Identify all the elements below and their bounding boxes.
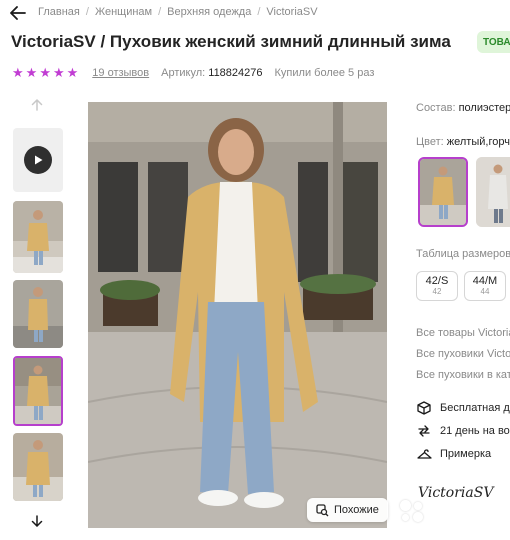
watermark: Avito <box>398 498 484 524</box>
reviews-link[interactable]: 19 отзывов <box>92 67 149 79</box>
back-arrow-icon[interactable] <box>8 3 28 23</box>
chevron-down-icon[interactable] <box>28 512 46 530</box>
article-number: Артикул: 118824276 <box>161 67 262 79</box>
similar-search-icon <box>316 503 329 516</box>
product-meta: ★ ★ ★ ★ ★ 19 отзывов Артикул: 118824276 … <box>12 66 374 79</box>
breadcrumb: Главная / Женщинам / Верхняя одежда / Vi… <box>38 6 318 18</box>
all-category-jackets-link[interactable]: Все пуховики в кат <box>416 369 510 381</box>
all-brand-jackets-link[interactable]: Все пуховики Victo <box>416 348 510 360</box>
thumbnail-photo[interactable] <box>13 201 63 273</box>
color: Цвет: желтый,горч <box>416 136 510 148</box>
breadcrumb-separator: / <box>158 6 162 18</box>
breadcrumb-item-outerwear[interactable]: Верхняя одежда <box>167 6 251 18</box>
size-option[interactable]: 44/M 44 <box>464 271 506 301</box>
similar-label: Похожие <box>334 504 379 516</box>
article-value: 118824276 <box>208 66 263 79</box>
composition-value: полиэстер <box>458 102 510 114</box>
feature-fitting: Примерка <box>416 446 491 462</box>
color-variant-light[interactable] <box>476 157 510 227</box>
rating-stars: ★ ★ ★ ★ ★ <box>12 66 78 79</box>
star-icon: ★ <box>52 65 65 80</box>
return-arrows-icon <box>416 423 432 439</box>
breadcrumb-item-women[interactable]: Женщинам <box>95 6 152 18</box>
thumbnail-photo-selected[interactable] <box>13 356 63 426</box>
composition: Состав: полиэстер <box>416 102 510 114</box>
size-sub: 42 <box>432 287 442 296</box>
top-bar: Главная / Женщинам / Верхняя одежда / Vi… <box>0 0 510 26</box>
feature-free-delivery: Бесплатная дос <box>416 400 510 416</box>
watermark-text: Avito <box>430 498 485 523</box>
box-icon <box>416 400 432 416</box>
color-value: желтый,горч <box>446 136 510 148</box>
star-icon: ★ <box>25 65 38 80</box>
feature-label: Бесплатная дос <box>440 402 510 414</box>
avito-dots-icon <box>398 498 426 524</box>
breadcrumb-separator: / <box>257 6 261 18</box>
star-icon: ★ <box>12 65 24 80</box>
color-variant-yellow[interactable] <box>418 157 468 227</box>
composition-label: Состав: <box>416 102 456 114</box>
color-label: Цвет: <box>416 136 444 148</box>
thumbnail-video[interactable] <box>13 128 63 192</box>
bought-count: Купили более 5 раз <box>274 66 375 79</box>
feature-return: 21 день на воз <box>416 423 510 439</box>
star-icon: ★ <box>66 65 79 80</box>
status-badge: ТОВА <box>477 31 510 53</box>
breadcrumb-item-brand[interactable]: VictoriaSV <box>266 6 317 18</box>
breadcrumb-item-home[interactable]: Главная <box>38 6 80 18</box>
main-product-photo[interactable] <box>88 102 387 528</box>
breadcrumb-separator: / <box>85 6 89 18</box>
similar-button[interactable]: Похожие <box>307 498 388 522</box>
size-table-link[interactable]: Таблица размеров <box>416 248 510 260</box>
chevron-up-icon[interactable] <box>28 96 46 114</box>
size-sub: 44 <box>480 287 490 296</box>
size-label: 42/S <box>425 275 449 287</box>
feature-label: Примерка <box>440 448 492 460</box>
feature-label: 21 день на воз <box>440 425 510 437</box>
article-label: Артикул: <box>161 66 206 79</box>
hanger-icon <box>416 446 432 462</box>
star-icon: ★ <box>39 65 51 80</box>
size-label: 44/M <box>472 275 498 287</box>
product-title: VictoriaSV / Пуховик женский зимний длин… <box>11 32 451 51</box>
size-option[interactable]: 42/S 42 <box>416 271 458 301</box>
thumbnail-photo[interactable] <box>13 280 63 348</box>
thumbnail-photo[interactable] <box>13 433 63 501</box>
play-icon <box>24 146 52 174</box>
all-brand-items-link[interactable]: Все товары Victoria <box>416 327 510 339</box>
